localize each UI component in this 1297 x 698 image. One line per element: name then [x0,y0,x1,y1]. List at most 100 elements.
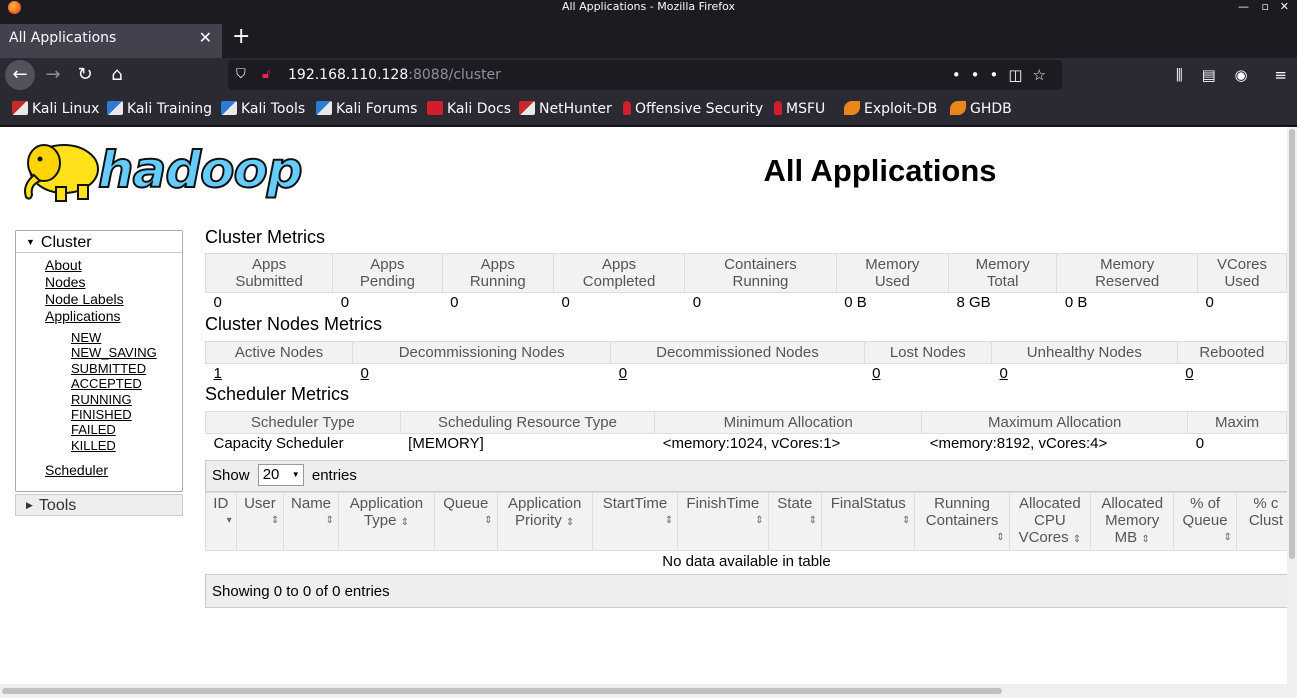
close-window-button[interactable]: ✕ [1280,0,1289,14]
url-text[interactable]: 192.168.110.128:8088/cluster [288,60,501,90]
app-state-killed[interactable]: KILLED [71,438,116,453]
col-finish-time[interactable]: FinishTime ⇕ [677,492,769,551]
col-final-status[interactable]: FinalStatus ⇕ [820,492,916,551]
cluster-metrics-title: Cluster Metrics [205,227,326,247]
menu-icon[interactable]: ≡ [1274,66,1287,84]
col-running-containers[interactable]: Running Containers ⇕ [914,492,1010,551]
library-icon[interactable]: ⫼ [1176,66,1183,84]
bookmark-label: MSFU [786,101,826,117]
col-percent-of-cluster[interactable]: % c Clust [1235,492,1287,551]
link-decommissioned-nodes[interactable]: 0 [611,364,864,385]
app-state-new-saving[interactable]: NEW_SAVING [71,345,157,360]
app-state-failed[interactable]: FAILED [71,422,116,437]
bookmark-star-icon[interactable]: ☆ [1033,66,1056,84]
col-apps-completed: Apps Completed [552,253,686,293]
bookmark-kali-forums[interactable]: Kali Forums [316,100,417,118]
tab-label: All Applications [9,30,117,46]
tab-bar: All Applications ✕ + [0,14,1297,60]
horizontal-scroll-thumb[interactable] [2,688,1002,694]
sidebar-cluster: ▼ Cluster About Nodes Node Labels Applica… [15,230,183,492]
shield-icon[interactable]: ⛉ [236,60,246,90]
col-allocated-cpu-vcores[interactable]: Allocated CPU VCores ⇕ [1008,492,1092,551]
cell-memory-used: 0 B [844,294,867,311]
col-start-time[interactable]: StartTime ⇕ [591,492,679,551]
page-actions-icon[interactable]: ••• [952,66,1009,84]
new-tab-button[interactable]: + [232,24,250,50]
tools-section-header[interactable]: ▶ Tools [15,494,183,516]
bookmark-kali-docs[interactable]: Kali Docs [427,100,511,118]
col-memory-total: Memory Total [947,253,1058,293]
vertical-scroll-thumb[interactable] [1289,129,1295,559]
table-row: No data available in table [206,551,1288,574]
col-user[interactable]: User ⇕ [235,492,285,551]
app-state-submitted[interactable]: SUBMITTED [71,361,146,376]
pocket-icon[interactable]: ◫ [1008,66,1032,84]
col-allocated-memory-mb[interactable]: Allocated Memory MB ⇕ [1090,492,1175,551]
tab-close-icon[interactable]: ✕ [199,24,212,52]
col-rebooted-nodes: Rebooted [1176,341,1287,364]
bookmark-kali-training[interactable]: Kali Training [107,100,212,118]
link-unhealthy-nodes[interactable]: 0 [991,364,1177,385]
link-decommissioning-nodes[interactable]: 0 [353,364,611,385]
col-maximum-cluster: Maxim [1187,411,1287,434]
sidebar-icon[interactable]: ▤ [1202,66,1216,84]
insecure-lock-icon[interactable]: 🔓︎ [262,60,270,90]
dropdown-arrow-icon: ▼ [291,470,300,479]
sidebar-link-node-labels[interactable]: Node Labels [45,291,124,307]
cluster-metrics-table: Apps Submitted Apps Pending Apps Running Ap… [204,253,1287,313]
app-state-running[interactable]: RUNNING [71,392,132,407]
app-state-finished[interactable]: FINISHED [71,407,132,422]
sidebar-link-about[interactable]: About [45,257,82,273]
col-state[interactable]: State ⇕ [767,492,823,551]
tab-all-applications[interactable]: All Applications ✕ [0,24,222,60]
cell-maximum-cluster: 0 [1195,435,1205,452]
kali-icon [221,101,237,115]
forward-button[interactable]: → [38,60,68,90]
col-application-priority[interactable]: Application Priority ⇕ [496,492,593,551]
app-state-accepted[interactable]: ACCEPTED [71,376,142,391]
col-containers-running: Containers Running [684,253,837,293]
col-scheduler-type: Scheduler Type [205,411,401,434]
bookmark-label: Kali Docs [447,101,512,117]
col-percent-of-queue[interactable]: % of Queue ⇕ [1173,492,1237,551]
bookmark-offensive-security[interactable]: Offensive Security [623,100,763,118]
page-size-value: 20 [262,466,280,483]
cluster-section-header[interactable]: ▼ Cluster [16,231,182,253]
bookmarks-toolbar: Kali Linux Kali Training Kali Tools Kali… [0,92,1297,126]
back-button[interactable]: ← [5,60,35,90]
bookmark-kali-linux[interactable]: Kali Linux [12,100,99,118]
reload-button[interactable]: ↻ [70,60,100,90]
link-active-nodes[interactable]: 1 [206,364,353,385]
app-state-new[interactable]: NEW [71,330,101,345]
page-size-select[interactable]: 20 ▼ [257,464,304,486]
col-name[interactable]: Name ⇕ [283,492,339,551]
col-minimum-allocation: Minimum Allocation [654,411,923,434]
col-application-type[interactable]: Application Type ⇕ [337,492,436,551]
table-row: Capacity Scheduler [MEMORY] <memory:1024… [206,434,1287,455]
vertical-scrollbar[interactable] [1287,127,1297,684]
col-memory-reserved: Memory Reserved [1056,253,1198,293]
url-bar[interactable]: ⛉ 🔓︎ 192.168.110.128:8088/cluster •••◫☆ [228,60,1062,90]
sidebar-link-scheduler[interactable]: Scheduler [45,462,108,478]
bookmark-kali-tools[interactable]: Kali Tools [221,100,305,118]
bookmark-msfu[interactable]: MSFU [774,100,825,118]
sidebar-link-nodes[interactable]: Nodes [45,274,85,290]
col-apps-submitted: Apps Submitted [204,253,334,293]
horizontal-scrollbar[interactable] [0,684,1297,698]
bookmark-nethunter[interactable]: NetHunter [519,100,612,118]
entries-label: entries [311,467,357,484]
bookmark-exploit-db[interactable]: Exploit-DB [844,100,937,118]
bookmark-ghdb[interactable]: GHDB [950,100,1012,118]
link-lost-nodes[interactable]: 0 [864,364,991,385]
minimize-button[interactable]: — [1238,0,1249,14]
col-queue[interactable]: Queue ⇕ [434,492,498,551]
home-button[interactable]: ⌂ [102,60,132,90]
sidebar-link-applications[interactable]: Applications [45,308,121,324]
col-id[interactable]: ID ▾ [205,492,237,551]
maximize-button[interactable]: ▫ [1262,0,1269,14]
tools-label: Tools [38,497,77,514]
account-icon[interactable]: ◉ [1235,66,1248,84]
bookmark-label: NetHunter [539,101,612,117]
applications-table-wrapper: Show 20 ▼ entries ID ▾ User ⇕ Name ⇕ Applica… [205,460,1287,608]
link-rebooted-nodes[interactable]: 0 [1177,364,1286,385]
